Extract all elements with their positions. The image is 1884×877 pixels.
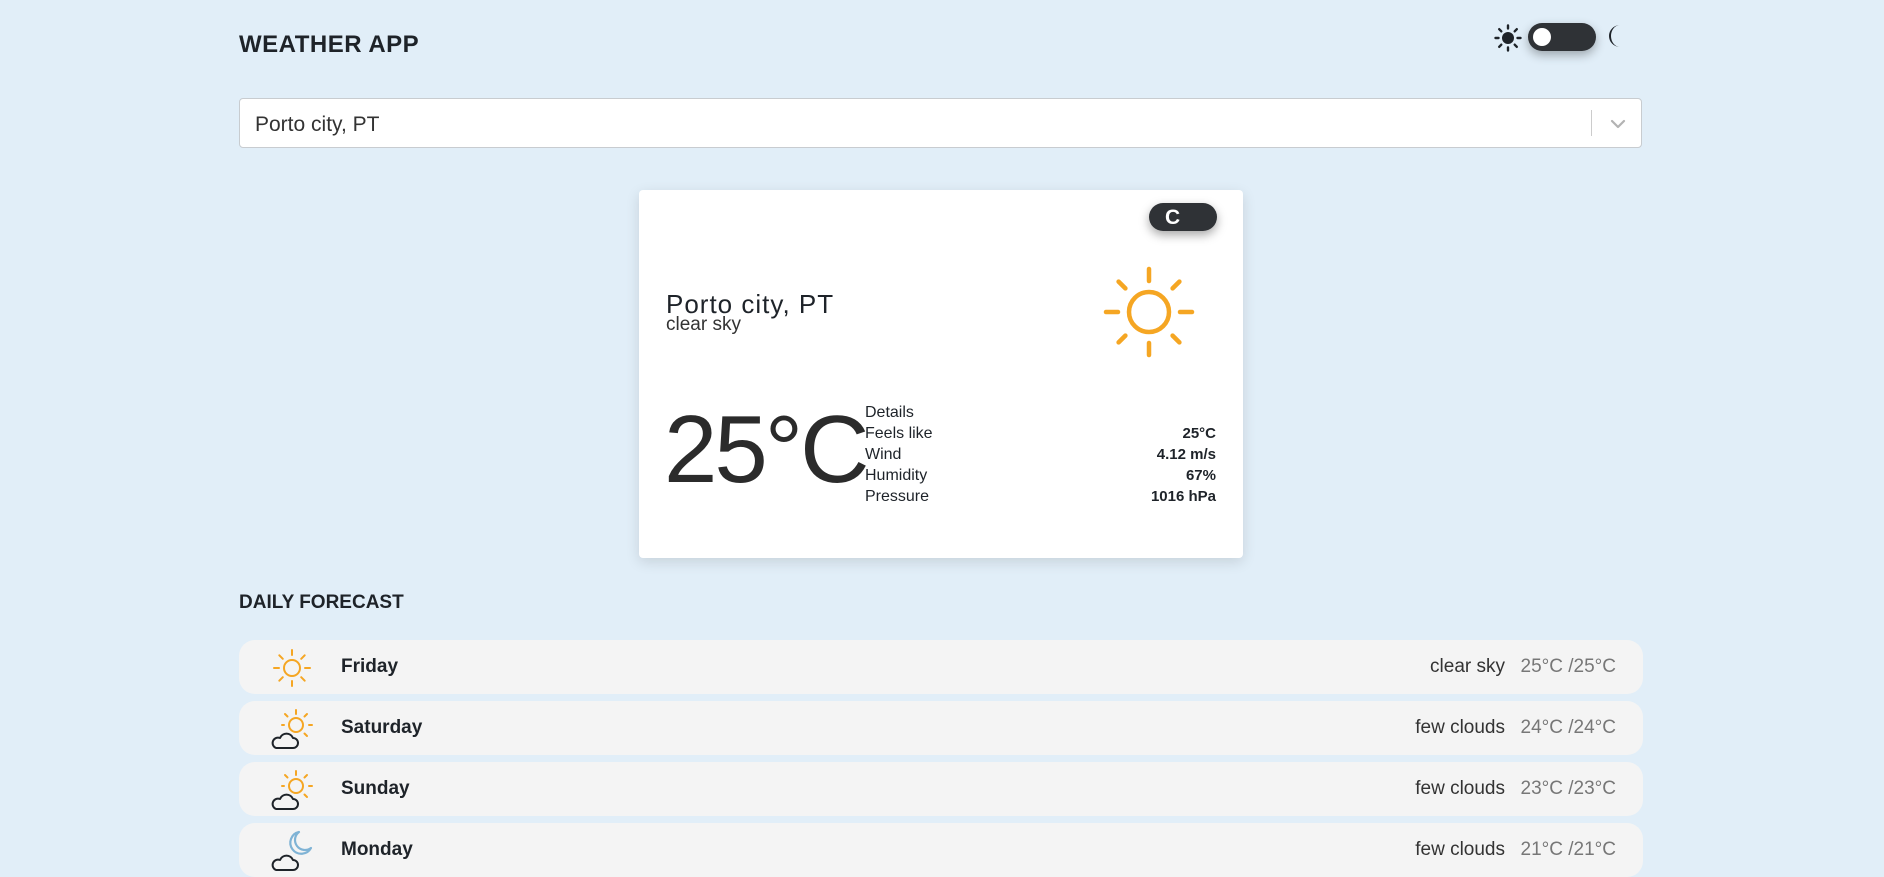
- detail-label: Feels like: [865, 425, 933, 442]
- detail-value: 1016 hPa: [1150, 488, 1216, 505]
- forecast-temp-range: 24°C /24°C: [1520, 717, 1616, 738]
- sun-icon: [1103, 266, 1195, 358]
- detail-row-humidity: Humidity 67%: [865, 467, 1216, 488]
- forecast-row-friday[interactable]: Friday clear sky 25°C /25°C: [239, 640, 1643, 694]
- select-separator: [1591, 110, 1592, 136]
- sun-cloud-icon: [271, 709, 313, 749]
- forecast-temp-range: 21°C /21°C: [1520, 839, 1616, 860]
- detail-row-feels-like: Feels like 25°C: [865, 425, 1216, 446]
- detail-label: Humidity: [865, 467, 928, 484]
- unit-toggle[interactable]: C: [1149, 203, 1217, 231]
- theme-toggle-knob: [1533, 28, 1551, 46]
- details-list: Details Feels like 25°C Wind 4.12 m/s Hu…: [865, 404, 1216, 509]
- city-search-value: Porto city, PT: [255, 113, 380, 136]
- theme-toggle[interactable]: [1528, 23, 1596, 51]
- moon-cloud-icon: [271, 830, 313, 871]
- current-description: clear sky: [666, 314, 741, 335]
- detail-value: 25°C: [1182, 425, 1216, 442]
- forecast-title: DAILY FORECAST: [239, 592, 404, 613]
- forecast-description: few clouds: [1415, 717, 1505, 738]
- city-search-select[interactable]: Porto city, PT: [239, 98, 1642, 148]
- forecast-row-sunday[interactable]: Sunday few clouds 23°C /23°C: [239, 762, 1643, 816]
- chevron-down-icon[interactable]: [1607, 113, 1629, 135]
- details-title-row: Details: [865, 404, 1216, 425]
- details-title: Details: [865, 404, 914, 421]
- theme-switch: [1494, 20, 1644, 54]
- forecast-row-monday[interactable]: Monday few clouds 21°C /21°C: [239, 823, 1643, 877]
- detail-value: 4.12 m/s: [1156, 446, 1216, 463]
- forecast-temp-range: 25°C /25°C: [1520, 656, 1616, 677]
- forecast-row-saturday[interactable]: Saturday few clouds 24°C /24°C: [239, 701, 1643, 755]
- forecast-day: Sunday: [341, 778, 410, 799]
- detail-label: Pressure: [865, 488, 930, 505]
- sun-icon: [1494, 24, 1522, 52]
- detail-value: 67%: [1185, 467, 1216, 484]
- forecast-description: clear sky: [1430, 656, 1505, 677]
- app-title: WEATHER APP: [239, 31, 420, 58]
- forecast-day: Saturday: [341, 717, 423, 738]
- detail-row-wind: Wind 4.12 m/s: [865, 446, 1216, 467]
- detail-label: Wind: [865, 446, 902, 463]
- app-container: WEATHER APP Porto city, PT C Porto city,…: [239, 0, 1644, 877]
- sun-cloud-icon: [271, 770, 313, 810]
- sun-icon: [273, 649, 311, 687]
- unit-toggle-label: C: [1165, 206, 1181, 229]
- forecast-day: Monday: [341, 839, 413, 860]
- detail-row-pressure: Pressure 1016 hPa: [865, 488, 1216, 509]
- forecast-description: few clouds: [1415, 778, 1505, 799]
- forecast-description: few clouds: [1415, 839, 1505, 860]
- current-temperature: 25°C: [664, 396, 869, 503]
- current-weather-card: C Porto city, PT clear sky 25°C Details: [639, 190, 1243, 558]
- forecast-temp-range: 23°C /23°C: [1520, 778, 1616, 799]
- forecast-day: Friday: [341, 656, 399, 677]
- moon-icon: [1609, 25, 1620, 47]
